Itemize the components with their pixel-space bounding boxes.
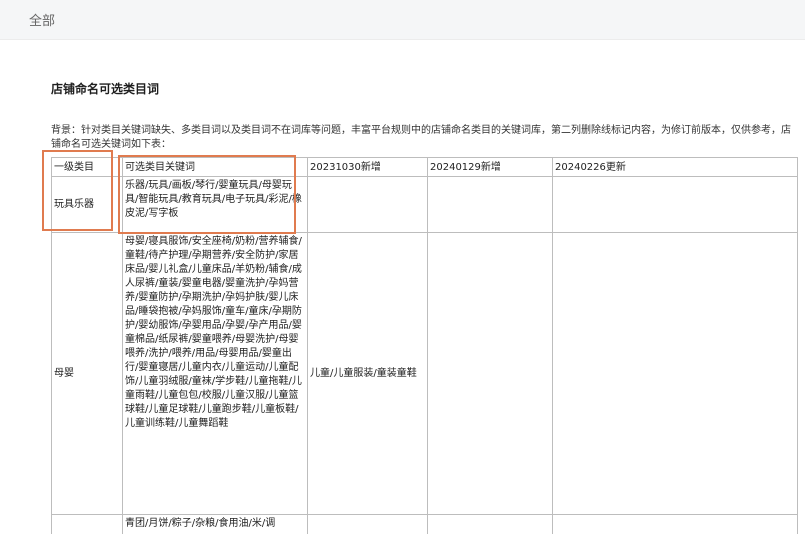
row-add-20231030 — [307, 176, 428, 233]
row-update-20240226 — [552, 176, 798, 233]
background-paragraph: 背景：针对类目关键词缺失、多类目词以及类目词不在词库等问题，丰富平台规则中的店铺… — [51, 125, 791, 150]
row-keywords: 青团/月饼/粽子/杂粮/食用油/米/调 — [122, 514, 308, 534]
document-title: 店铺命名可选类目词 — [51, 82, 160, 96]
table-row: 母婴 母婴/寝具服饰/安全座椅/奶粉/营养辅食/童鞋/待产护理/孕期营养/安全防… — [51, 232, 798, 515]
row-add-20231030 — [307, 514, 428, 534]
row-keywords: 母婴/寝具服饰/安全座椅/奶粉/营养辅食/童鞋/待产护理/孕期营养/安全防护/家… — [122, 232, 308, 515]
row-keywords: 乐器/玩具/画板/琴行/婴童玩具/母婴玩具/智能玩具/教育玩具/电子玩具/彩泥/… — [122, 176, 308, 233]
row-update-20240226 — [552, 514, 798, 534]
header-20240129: 20240129新增 — [427, 157, 553, 177]
top-bar: 全部 — [0, 0, 805, 40]
row-category — [51, 514, 123, 534]
table-row: 青团/月饼/粽子/杂粮/食用油/米/调 — [51, 514, 798, 534]
keyword-table: 一级类目 可选类目关键词 20231030新增 20240129新增 20240… — [51, 157, 798, 534]
table-row: 玩具乐器 乐器/玩具/画板/琴行/婴童玩具/母婴玩具/智能玩具/教育玩具/电子玩… — [51, 176, 798, 233]
row-update-20240226 — [552, 232, 798, 515]
row-add-20231030: 儿童/儿童服装/童装童鞋 — [307, 232, 428, 515]
row-add-20240129 — [427, 176, 553, 233]
row-category: 玩具乐器 — [51, 176, 123, 233]
row-category: 母婴 — [51, 232, 123, 515]
header-20240226: 20240226更新 — [552, 157, 798, 177]
row-add-20240129 — [427, 514, 553, 534]
table-header-row: 一级类目 可选类目关键词 20231030新增 20240129新增 20240… — [51, 157, 798, 177]
header-keywords: 可选类目关键词 — [122, 157, 308, 177]
header-category: 一级类目 — [51, 157, 123, 177]
row-add-20240129 — [427, 232, 553, 515]
breadcrumb-all[interactable]: 全部 — [29, 10, 55, 29]
header-20231030: 20231030新增 — [307, 157, 428, 177]
